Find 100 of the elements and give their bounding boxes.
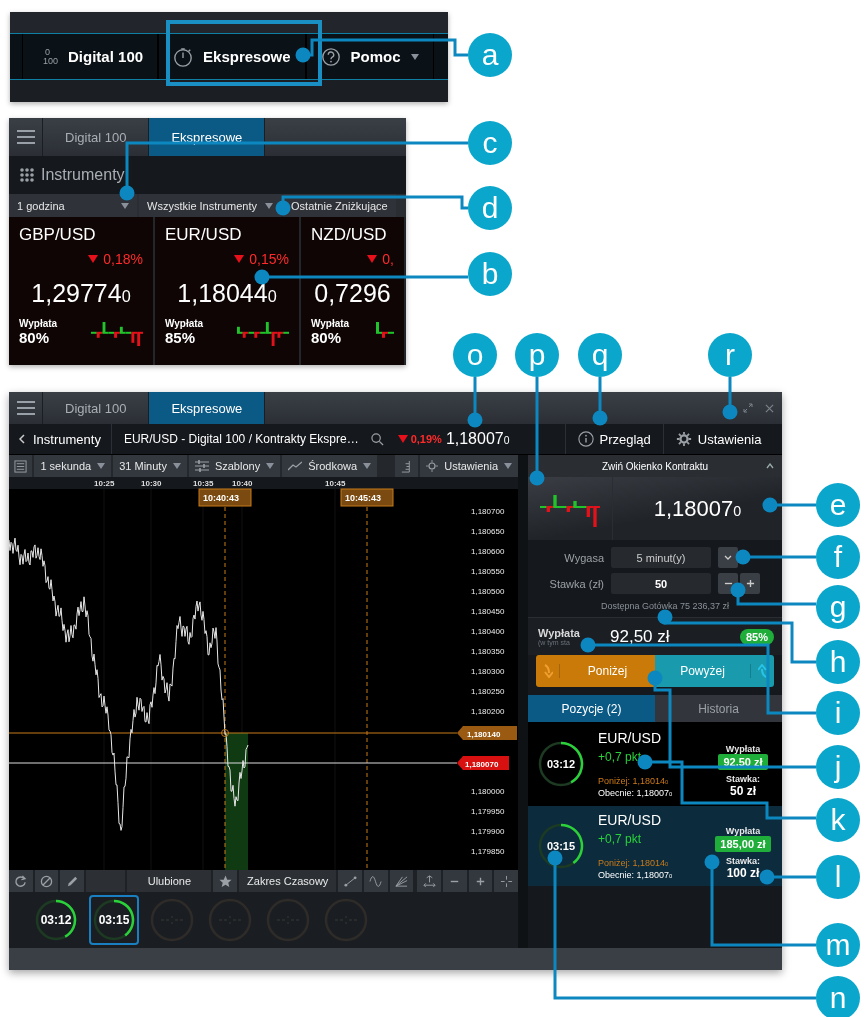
- expiry-field[interactable]: 5 minut(y): [611, 547, 711, 568]
- stake-label: Stawka:: [726, 856, 760, 866]
- instrument-title: EUR/USD - Digital 100 / Kontrakty Ekspre…: [122, 432, 359, 446]
- menu-icon[interactable]: [16, 401, 35, 415]
- menu-icon[interactable]: [16, 130, 35, 144]
- search-icon[interactable]: [370, 432, 384, 446]
- stake-field[interactable]: 50: [611, 573, 711, 594]
- price: 0,7296: [313, 279, 392, 308]
- price-change: 0,18%: [88, 251, 143, 267]
- back-button[interactable]: Instrumenty: [9, 424, 112, 454]
- price-label: 1,180600: [471, 547, 505, 556]
- price-label: 1,180300: [471, 667, 505, 676]
- callout-badge: l: [816, 855, 860, 899]
- crosshair-icon[interactable]: [494, 870, 518, 892]
- time-label: 10:25: [94, 479, 115, 488]
- payout-value: 85%: [165, 329, 197, 346]
- price-label: 1,180650: [471, 527, 505, 536]
- down-arrow-icon: [367, 255, 378, 263]
- stake-value: 50 zł: [730, 784, 756, 798]
- payout-label: Wypłata: [725, 826, 761, 836]
- price-label: 1,180550: [471, 567, 505, 576]
- tab[interactable]: Pozycje (2): [528, 695, 655, 722]
- field-label: Wygasa: [563, 551, 604, 564]
- close-icon[interactable]: [765, 403, 774, 413]
- section-title: Instrumenty: [41, 166, 125, 184]
- price-change: 0,: [367, 251, 394, 267]
- payout-value: 185,00 zł: [715, 836, 771, 852]
- payout-value: 80%: [19, 329, 51, 346]
- mini-chart-drawing: [237, 322, 289, 346]
- chart-dropdown[interactable]: 1 sekunda: [34, 455, 112, 477]
- price-label: 1,180400: [471, 627, 505, 636]
- instrument-card[interactable]: NZD/USD 0, 0,7296 Wypłata 80%: [301, 217, 406, 365]
- payout-label: Wypłata: [311, 318, 350, 329]
- tab[interactable]: Historia: [655, 695, 782, 722]
- callout-badge: a: [468, 33, 512, 77]
- expand-icon[interactable]: [743, 403, 753, 413]
- price-label: 1,179900: [471, 827, 505, 836]
- zoom-in-icon[interactable]: [468, 870, 493, 892]
- chart-dropdown[interactable]: Szablony: [188, 455, 281, 477]
- tab[interactable]: Ekspresowe: [149, 392, 266, 424]
- price-label: 1,180000: [471, 787, 505, 796]
- line-chart-icon: [288, 461, 303, 471]
- timer-slot[interactable]: 03:12: [31, 895, 81, 945]
- price-label: 1,180350: [471, 647, 505, 656]
- help-icon: [320, 46, 341, 67]
- filter-dropdown[interactable]: 1 godzina: [9, 194, 137, 217]
- pan-icon[interactable]: [417, 870, 441, 892]
- dropdown-button[interactable]: [718, 547, 738, 568]
- callout-badge: q: [578, 333, 622, 377]
- fan-lines-icon[interactable]: [389, 870, 414, 892]
- payout-value: 80%: [311, 329, 343, 346]
- settings-icon: [426, 460, 439, 472]
- block-icon[interactable]: [34, 870, 59, 892]
- header-button[interactable]: Ustawienia: [662, 424, 774, 454]
- leader-line: [467, 377, 483, 428]
- time-range-button[interactable]: Zakres Czasowy: [239, 870, 337, 892]
- down-arrow-icon: [88, 255, 99, 263]
- callout-badge: o: [453, 333, 497, 377]
- nav-tab[interactable]: 0 100 Digital 100: [22, 34, 159, 79]
- down-arrow-icon: [397, 435, 408, 443]
- down-arrow-icon: [542, 664, 553, 678]
- pair-name: GBP/USD: [19, 225, 97, 245]
- entry-time-tag: 10:40:43: [198, 488, 252, 507]
- price-label: 1,179850: [471, 847, 505, 856]
- payout-percent: 85%: [739, 628, 774, 645]
- ruler-icon[interactable]: [394, 455, 419, 477]
- price-label: 1,180700: [471, 507, 505, 516]
- refresh-icon[interactable]: [9, 870, 33, 892]
- chevron-down-icon: [724, 554, 732, 561]
- caret-icon: [410, 53, 419, 60]
- points-change: +0,7 pkt: [598, 832, 643, 846]
- callout-badge: g: [816, 585, 860, 629]
- available-cash: Dostępna Gotówka 75 236,37 zł: [599, 601, 731, 611]
- sliders-icon: [194, 460, 209, 472]
- pencil-icon[interactable]: [60, 870, 84, 892]
- callout-badge: e: [816, 483, 860, 527]
- payout-label: Wypłata: [538, 627, 581, 639]
- entry-price-tag: 1,180140: [457, 726, 517, 740]
- settings-icon: [675, 431, 692, 447]
- chart-settings-dropdown[interactable]: Ustawienia: [420, 455, 518, 477]
- chart-dropdown[interactable]: Środkowa: [282, 455, 378, 477]
- field-label: Stawka (zł): [548, 577, 604, 590]
- down-arrow-icon: [234, 255, 245, 263]
- list-icon[interactable]: [9, 455, 33, 477]
- price-chart[interactable]: 10:25 10:30 10:35 10:40 10:45 1,180700 1,180650 1,180600 1,180550 1,180500 1,180450 1,180400 1,180350 1,180300 1,180250 1,180200 1,180000 1,179950 1,179900 1,179850 10:40:43 10:45:43 1,180140 1,180070: [9, 477, 518, 870]
- timer-slot[interactable]: 03:15: [89, 895, 139, 945]
- leader-line: [592, 377, 608, 426]
- callout-badge: k: [816, 798, 860, 842]
- collapse-button[interactable]: Zwiń Okienko Kontraktu: [528, 455, 782, 477]
- callout-badge: d: [468, 186, 512, 230]
- leader-line: [762, 497, 816, 513]
- chart-dropdown[interactable]: 31 Minuty: [113, 455, 187, 477]
- payout-label: Wypłata: [19, 318, 58, 329]
- caret-icon: [172, 463, 181, 469]
- info-icon: [577, 431, 594, 447]
- price-label: 1,179950: [471, 807, 505, 816]
- filter-dropdown[interactable]: Wszystkie Instrumenty: [139, 194, 282, 217]
- wave-icon[interactable]: [364, 870, 388, 892]
- plus-icon: [745, 579, 755, 588]
- favorites-button[interactable]: Ulubione: [127, 870, 212, 892]
